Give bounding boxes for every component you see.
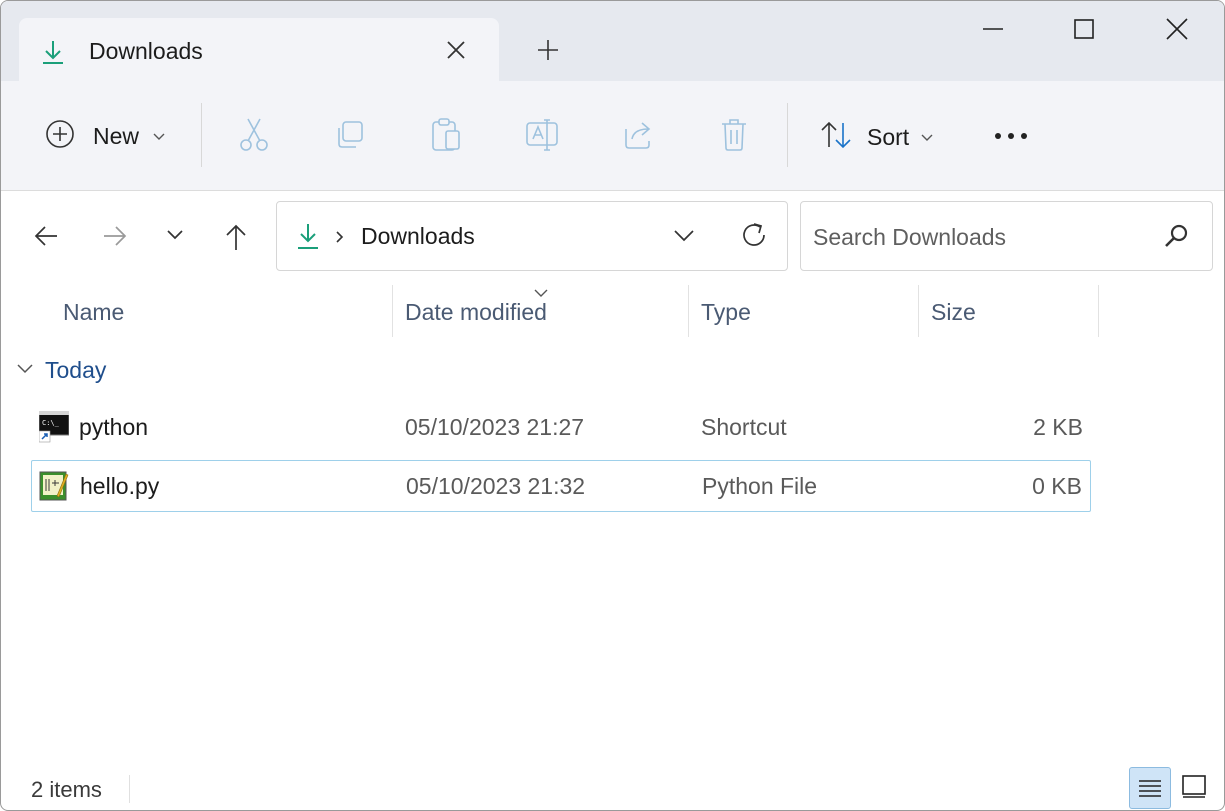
download-icon bbox=[295, 222, 321, 255]
refresh-icon[interactable] bbox=[740, 221, 768, 254]
column-divider[interactable] bbox=[688, 285, 689, 337]
new-button[interactable]: New bbox=[45, 119, 165, 154]
tab-downloads[interactable]: Downloads bbox=[19, 18, 499, 81]
file-row[interactable]: C:\_ python 05/10/2023 21:27 Shortcut 2 … bbox=[31, 401, 1091, 453]
group-header-today[interactable]: Today bbox=[15, 357, 106, 384]
up-arrow-icon[interactable] bbox=[223, 223, 249, 256]
new-label: New bbox=[93, 123, 140, 149]
file-size: 2 KB bbox=[1033, 414, 1083, 440]
delete-icon[interactable] bbox=[719, 117, 749, 153]
chevron-down-icon bbox=[153, 128, 165, 146]
details-view-icon[interactable] bbox=[1129, 767, 1171, 809]
column-name[interactable]: Name bbox=[63, 299, 124, 326]
python-file-icon bbox=[39, 470, 69, 502]
tab-title: Downloads bbox=[89, 38, 203, 64]
search-input[interactable]: Search Downloads bbox=[813, 224, 1006, 251]
file-date: 05/10/2023 21:27 bbox=[405, 414, 585, 440]
address-bar[interactable]: Downloads bbox=[276, 201, 788, 271]
file-explorer-window: Downloads New Sort Downloads Search Down… bbox=[0, 0, 1225, 811]
file-row[interactable]: hello.py 05/10/2023 21:32 Python File 0 … bbox=[31, 460, 1091, 512]
status-divider bbox=[129, 775, 130, 803]
sort-label: Sort bbox=[867, 124, 910, 150]
more-options-icon[interactable] bbox=[993, 131, 1029, 141]
rename-icon[interactable] bbox=[525, 117, 561, 153]
search-box[interactable]: Search Downloads bbox=[800, 201, 1213, 271]
new-tab-icon[interactable] bbox=[536, 38, 560, 62]
paste-icon[interactable] bbox=[430, 117, 462, 153]
file-date: 05/10/2023 21:32 bbox=[406, 473, 586, 499]
share-icon[interactable] bbox=[622, 119, 656, 151]
breadcrumb-chevron-icon[interactable] bbox=[335, 230, 345, 249]
column-divider[interactable] bbox=[918, 285, 919, 337]
sort-button[interactable]: Sort bbox=[819, 119, 933, 156]
recent-locations-chevron-icon[interactable] bbox=[165, 227, 185, 246]
group-label: Today bbox=[45, 357, 107, 383]
column-date-modified[interactable]: Date modified bbox=[405, 299, 547, 326]
console-shortcut-icon: C:\_ bbox=[38, 410, 70, 443]
file-type: Python File bbox=[702, 473, 818, 499]
chevron-down-icon bbox=[15, 361, 35, 380]
chevron-down-icon bbox=[921, 129, 933, 147]
sort-arrows-icon bbox=[819, 119, 853, 156]
file-name: hello.py bbox=[80, 473, 160, 499]
download-icon bbox=[39, 38, 67, 71]
back-arrow-icon[interactable] bbox=[33, 223, 59, 254]
file-type: Shortcut bbox=[701, 414, 787, 440]
close-window-icon[interactable] bbox=[1165, 17, 1189, 41]
column-divider[interactable] bbox=[392, 285, 393, 337]
item-count: 2 items bbox=[31, 777, 102, 802]
navigation-bar: Downloads Search Downloads bbox=[1, 191, 1224, 281]
svg-text:C:\_: C:\_ bbox=[42, 419, 60, 427]
cut-icon[interactable] bbox=[238, 117, 270, 153]
file-size: 0 KB bbox=[1032, 473, 1082, 499]
column-type[interactable]: Type bbox=[701, 299, 751, 326]
forward-arrow-icon[interactable] bbox=[102, 223, 128, 254]
column-size[interactable]: Size bbox=[931, 299, 976, 326]
column-divider[interactable] bbox=[1098, 285, 1099, 337]
column-header: Name Date modified Type Size bbox=[1, 283, 1224, 343]
tiles-view-icon[interactable] bbox=[1175, 767, 1217, 809]
breadcrumb-downloads[interactable]: Downloads bbox=[361, 223, 475, 250]
minimize-icon[interactable] bbox=[981, 17, 1005, 41]
toolbar-separator bbox=[201, 103, 202, 167]
file-name: python bbox=[79, 414, 149, 440]
copy-icon[interactable] bbox=[334, 119, 366, 151]
command-bar: New Sort bbox=[1, 81, 1224, 191]
address-dropdown-icon[interactable] bbox=[673, 227, 695, 248]
status-bar: 2 items bbox=[1, 767, 1224, 810]
toolbar-separator bbox=[787, 103, 788, 167]
maximize-icon[interactable] bbox=[1072, 17, 1096, 41]
plus-circle-icon bbox=[45, 119, 75, 154]
title-bar: Downloads bbox=[1, 1, 1224, 81]
close-tab-icon[interactable] bbox=[444, 38, 468, 62]
search-icon[interactable] bbox=[1163, 222, 1191, 255]
